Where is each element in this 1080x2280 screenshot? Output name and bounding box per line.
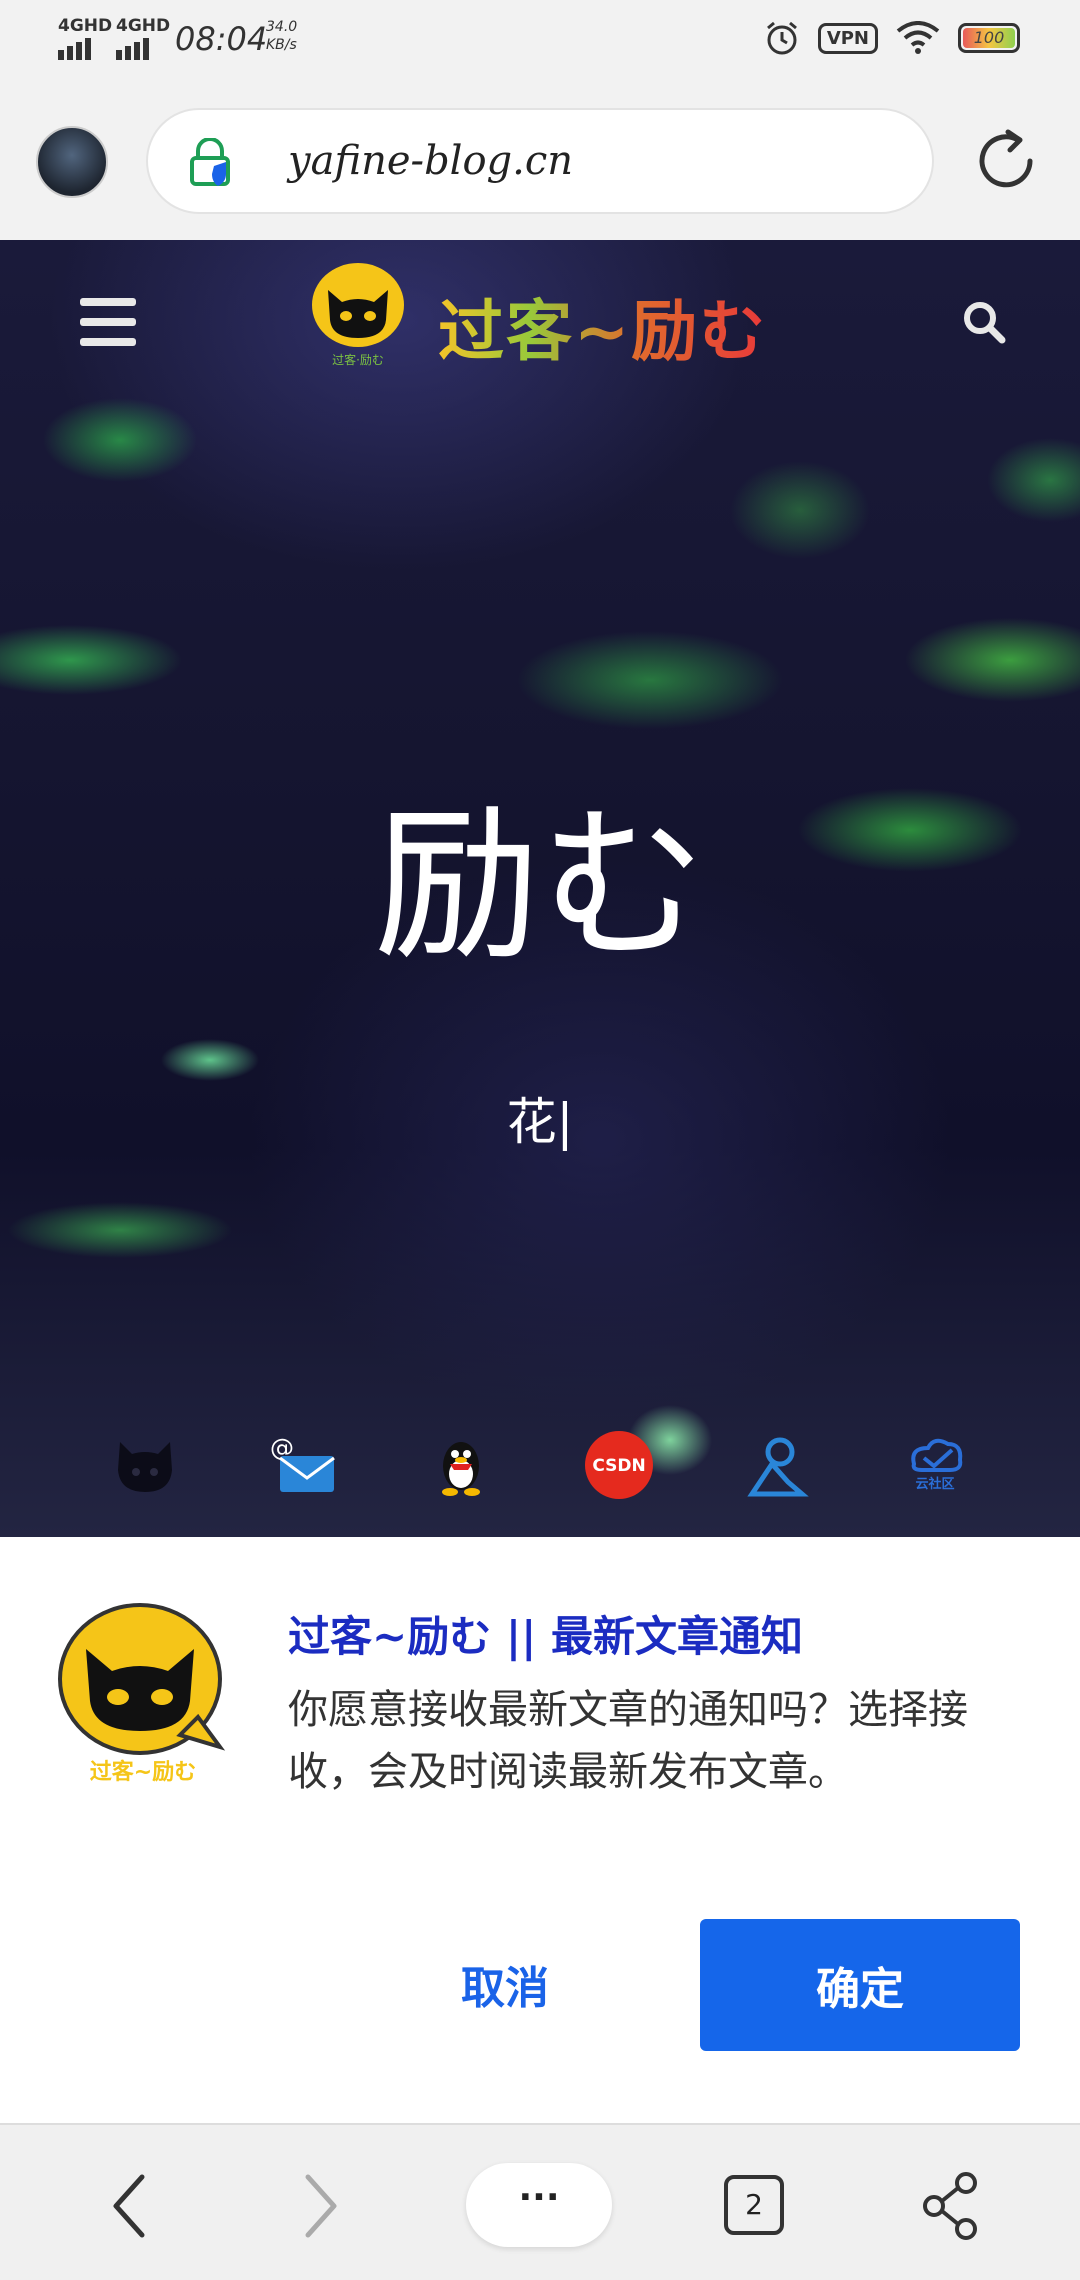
alarm-icon bbox=[766, 21, 797, 55]
url-text: yafine-blog.cn bbox=[288, 138, 574, 184]
network-speed-value: 34.0 bbox=[266, 19, 298, 35]
hero-banner: 过客·励む 过客~励む 励む 花| @ CSDN 云社区 bbox=[0, 240, 1080, 1537]
cancel-button[interactable]: 取消 bbox=[400, 1919, 610, 2049]
csdn-label: CSDN bbox=[592, 1456, 645, 1476]
clock: 08:04 bbox=[175, 20, 268, 58]
url-field[interactable]: yafine-blog.cn bbox=[146, 108, 934, 214]
csdn-icon[interactable]: CSDN bbox=[584, 1430, 654, 1500]
network-speed: 34.0 KB/s bbox=[266, 18, 297, 54]
subscription-prompt: 过客~励む 过客~励む || 最新文章通知 你愿意接收最新文章的通知吗？选择接收… bbox=[0, 1537, 1080, 2123]
browser-address-bar: yafine-blog.cn bbox=[0, 86, 1080, 240]
cloud-community-label: 云社区 bbox=[915, 1476, 954, 1492]
battery-level: 100 bbox=[973, 28, 1005, 47]
secure-lock-icon bbox=[190, 138, 230, 186]
browser-bottom-nav: ··· 2 bbox=[0, 2123, 1080, 2280]
wifi-icon bbox=[896, 21, 940, 54]
forward-icon[interactable] bbox=[302, 2171, 342, 2241]
logo-caption: 过客~励む bbox=[90, 1759, 196, 1785]
search-icon[interactable] bbox=[962, 300, 1006, 344]
menu-icon[interactable] bbox=[80, 298, 136, 346]
site-brand-title[interactable]: 过客~励む bbox=[438, 278, 767, 374]
signal-icon: 4GHD bbox=[116, 16, 170, 60]
notification-title: 过客~励む || 最新文章通知 bbox=[288, 1612, 803, 1661]
logo-caption: 过客·励む bbox=[332, 352, 384, 367]
site-logo[interactable]: 过客·励む bbox=[308, 260, 408, 370]
qq-icon[interactable] bbox=[426, 1430, 496, 1500]
reload-icon[interactable] bbox=[972, 126, 1042, 196]
signal-label: 4GHD bbox=[58, 16, 113, 36]
back-icon[interactable] bbox=[108, 2171, 148, 2241]
menu-button[interactable]: ··· bbox=[466, 2163, 612, 2247]
location-icon[interactable] bbox=[742, 1430, 812, 1500]
hero-title: 励む bbox=[374, 790, 706, 983]
battery-icon: 100 bbox=[958, 23, 1020, 53]
hero-typed-text: 花| bbox=[506, 1093, 574, 1151]
site-logo: 过客~励む bbox=[58, 1603, 226, 1785]
confirm-button[interactable]: 确定 bbox=[700, 1919, 1020, 2051]
network-speed-unit: KB/s bbox=[266, 37, 297, 53]
avatar[interactable] bbox=[36, 126, 108, 198]
social-links: @ CSDN 云社区 bbox=[0, 1430, 1080, 1520]
notification-message: 你愿意接收最新文章的通知吗？选择接收，会及时阅读最新发布文章。 bbox=[288, 1687, 968, 1795]
share-icon[interactable] bbox=[920, 2171, 980, 2241]
cloud-community-icon[interactable]: 云社区 bbox=[900, 1430, 970, 1500]
signal-icon: 4GHD bbox=[58, 16, 112, 60]
github-icon[interactable] bbox=[110, 1430, 180, 1500]
signal-label: 4GHD bbox=[116, 16, 171, 36]
status-bar: 4GHD 4GHD 08:04 34.0 KB/s VPN 100 bbox=[0, 0, 1080, 86]
email-icon[interactable]: @ bbox=[268, 1430, 338, 1500]
vpn-badge: VPN bbox=[817, 22, 878, 54]
tabs-button[interactable]: 2 bbox=[724, 2175, 784, 2235]
